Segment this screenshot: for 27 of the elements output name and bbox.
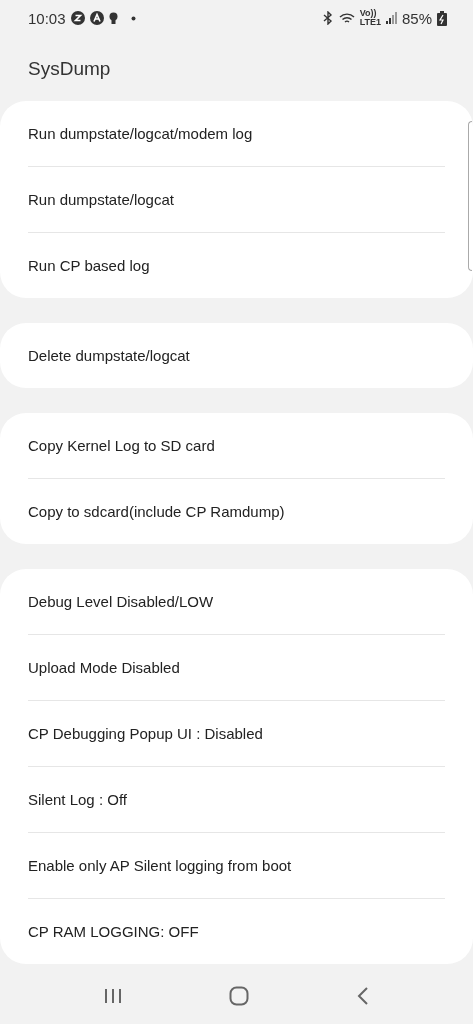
menu-item[interactable]: Run dumpstate/logcat — [28, 167, 445, 233]
menu-item[interactable]: Enable only AP Silent logging from boot — [28, 833, 445, 899]
notification-badge-icon — [89, 11, 104, 25]
bluetooth-icon — [321, 11, 334, 25]
menu-item[interactable]: Copy Kernel Log to SD card — [28, 413, 445, 479]
menu-item[interactable]: Delete dumpstate/logcat — [28, 323, 445, 388]
battery-charging-icon — [437, 10, 447, 26]
menu-item[interactable]: Silent Log : Off — [28, 767, 445, 833]
wifi-icon — [338, 11, 355, 25]
menu-item[interactable]: Upload Mode Disabled — [28, 635, 445, 701]
menu-item[interactable]: Debug Level Disabled/LOW — [28, 569, 445, 635]
dot-icon — [130, 15, 136, 21]
notification-badge-icon — [70, 11, 85, 25]
home-icon[interactable] — [229, 985, 250, 1006]
menu-item[interactable]: Run CP based log — [28, 233, 445, 298]
signal-icon — [385, 12, 397, 24]
recent-apps-icon[interactable] — [103, 987, 122, 1004]
network-type-label: Vo)) LTE1 — [359, 9, 381, 27]
menu-item[interactable]: CP RAM LOGGING: OFF — [28, 899, 445, 964]
menu-item[interactable]: CP Debugging Popup UI : Disabled — [28, 701, 445, 767]
lightbulb-icon — [108, 11, 118, 25]
battery-percentage: 85% — [401, 9, 432, 27]
clock: 10:03 — [28, 9, 66, 27]
page-title: SysDump — [27, 56, 112, 81]
menu-item[interactable]: Run dumpstate/logcat/modem log — [28, 101, 445, 167]
menu-item[interactable]: Copy to sdcard(include CP Ramdump) — [28, 479, 445, 544]
back-icon[interactable] — [357, 986, 370, 1005]
